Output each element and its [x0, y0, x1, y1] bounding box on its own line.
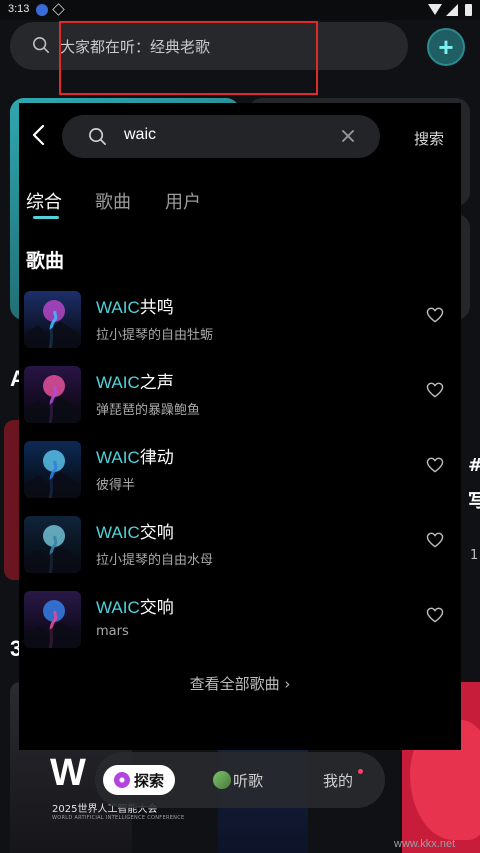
status-bar: 3:13 [0, 0, 480, 20]
song-title: WAIC交响 [96, 593, 174, 618]
background-card-text-b: 写 [468, 491, 480, 512]
nav-listen-label: 听歌 [233, 771, 264, 790]
heart-icon[interactable] [426, 607, 444, 623]
box-icon [52, 3, 65, 16]
song-title-match: WAIC [96, 373, 140, 392]
search-button[interactable]: 搜索 [414, 128, 444, 149]
search-icon [89, 128, 106, 145]
song-title-match: WAIC [96, 448, 140, 467]
song-title-rest: 之声 [139, 373, 174, 393]
heart-icon[interactable] [426, 382, 444, 398]
search-input[interactable]: waic [62, 115, 380, 158]
tab-overview[interactable]: 综合 [26, 188, 62, 214]
heart-icon[interactable] [426, 457, 444, 473]
battery-icon [465, 4, 472, 16]
song-title: WAIC共鸣 [96, 293, 174, 318]
song-title: WAIC之声 [96, 368, 174, 393]
song-title-match: WAIC [96, 598, 140, 617]
tab-indicator [33, 216, 59, 219]
avatar-icon [213, 771, 231, 789]
nav-explore-label: 探索 [133, 771, 164, 790]
song-title-rest: 律动 [139, 448, 174, 468]
back-icon[interactable] [29, 124, 51, 146]
song-row[interactable]: WAIC共鸣拉小提琴的自由牡蛎 [24, 288, 456, 350]
song-title: WAIC交响 [96, 518, 174, 543]
bottom-nav: 探索 听歌 我的 [95, 752, 385, 808]
song-cover [24, 291, 81, 348]
section-title: 歌曲 [26, 250, 65, 272]
song-artist: 弹琵琶的暴躁鲍鱼 [96, 403, 201, 418]
banner-subtitle: WORLD ARTIFICIAL INTELLIGENCE CONFERENCE [52, 815, 185, 821]
song-row[interactable]: WAIC交响拉小提琴的自由水母 [24, 513, 456, 575]
song-cover [24, 441, 81, 498]
song-artist: 拉小提琴的自由牡蛎 [96, 328, 214, 343]
signal-icon [446, 4, 458, 16]
heart-icon[interactable] [426, 307, 444, 323]
search-panel: waic 搜索 综合 歌曲 用户 歌曲 WAIC共鸣 拉小提琴的自由牡蛎 WAIC之… [19, 103, 461, 750]
song-artist: mars [96, 624, 129, 639]
notification-dot [358, 769, 363, 774]
song-title-rest: 交响 [139, 523, 174, 543]
background-card-text: #写 [468, 448, 480, 520]
background-card-text-a: # [468, 455, 480, 476]
song-cover [24, 366, 81, 423]
song-row[interactable]: WAIC律动 彼得半 [24, 438, 456, 500]
song-artist: 彼得半 [96, 478, 136, 493]
song-artist: 拉小提琴的自由水母 [96, 553, 214, 568]
background-card-number: 1 [470, 548, 479, 563]
add-button[interactable]: + [427, 28, 465, 66]
heart-icon[interactable] [426, 532, 444, 548]
song-title-match: WAIC [96, 298, 140, 317]
watermark: www.kkx.net [394, 838, 456, 850]
song-title-rest: 交响 [139, 598, 174, 618]
song-title-match: WAIC [96, 523, 140, 542]
nav-tab-explore[interactable]: 探索 [103, 765, 175, 795]
song-title-rest: 共鸣 [139, 298, 174, 318]
song-title: WAIC律动 [96, 443, 174, 468]
view-all-songs-link[interactable]: 查看全部歌曲 › [19, 673, 461, 694]
song-cover [24, 591, 81, 648]
song-cover [24, 516, 81, 573]
nav-tab-listen[interactable]: 听歌 [213, 765, 263, 795]
notification-icon [36, 4, 48, 16]
banner-logo: W [50, 752, 86, 794]
clear-icon[interactable] [342, 130, 354, 142]
status-time: 3:13 [8, 3, 30, 15]
nav-mine-label: 我的 [323, 771, 354, 790]
nav-tab-mine[interactable]: 我的 [323, 765, 363, 795]
tab-users[interactable]: 用户 [165, 188, 201, 214]
disc-icon [113, 772, 130, 788]
search-icon [32, 36, 50, 54]
song-row[interactable]: WAIC交响 mars [24, 588, 456, 650]
tab-songs[interactable]: 歌曲 [95, 188, 131, 214]
wifi-icon [428, 4, 442, 15]
background-search-placeholder: 大家都在听：经典老歌 [60, 38, 211, 56]
background-search-bar[interactable]: 大家都在听：经典老歌 [10, 22, 408, 70]
song-row[interactable]: WAIC之声弹琵琶的暴躁鲍鱼 [24, 363, 456, 425]
search-query: waic [124, 126, 157, 143]
